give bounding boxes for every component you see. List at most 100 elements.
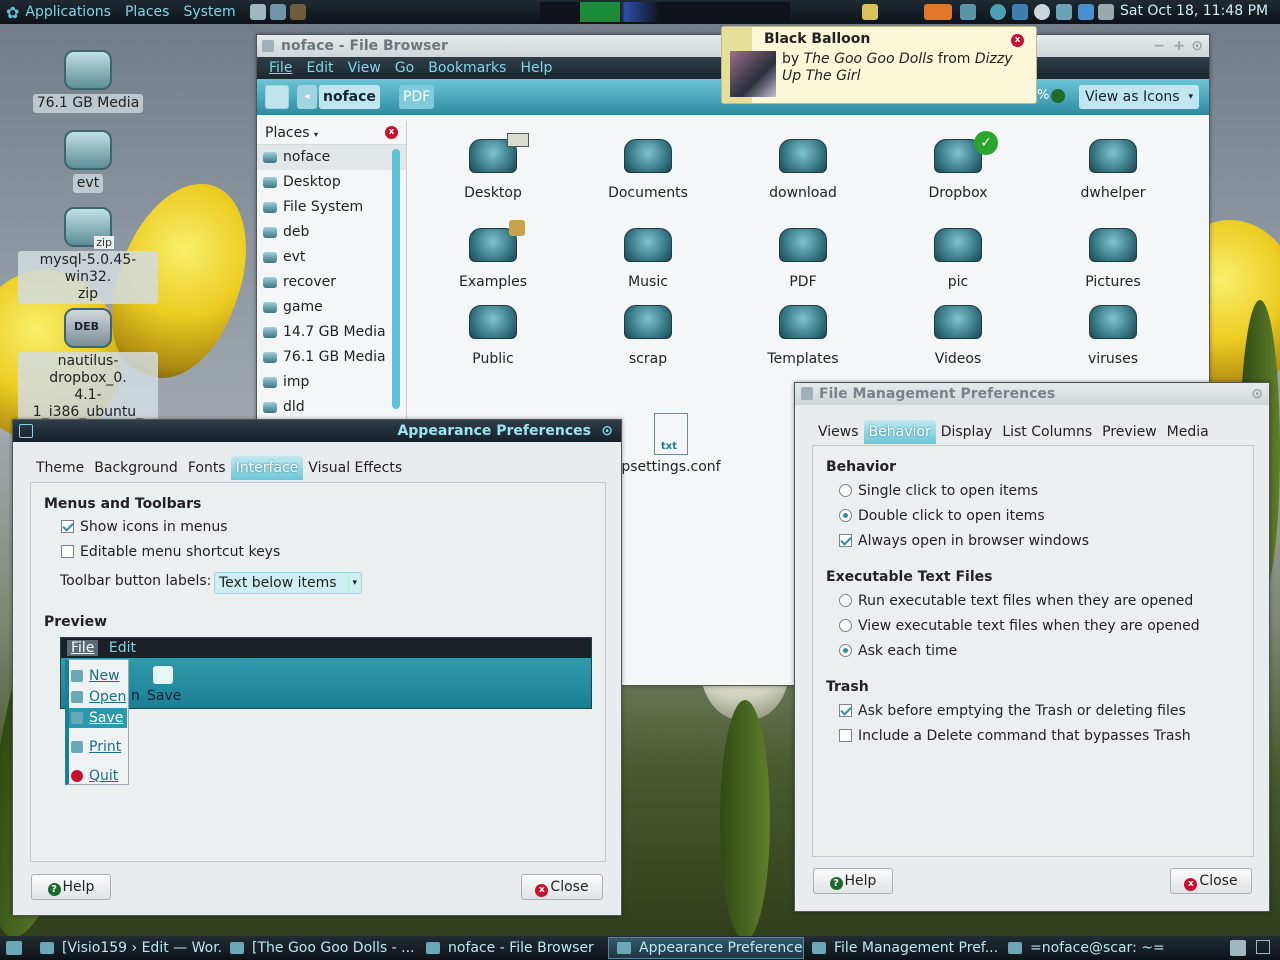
run-exec-option[interactable]: Run executable text files when they are …	[839, 589, 1193, 614]
clock[interactable]: Sat Oct 18, 11:48 PM	[1120, 3, 1268, 19]
places-header[interactable]: Places ▾ x	[257, 121, 406, 145]
taskbar-button[interactable]: =noface@scar: ~=	[1000, 937, 1190, 959]
menu-system[interactable]: System	[183, 4, 235, 20]
ask-trash-checkbox[interactable]	[839, 704, 852, 717]
tab-background[interactable]: Background	[89, 456, 183, 480]
path-button-home[interactable]: noface	[319, 85, 380, 109]
dropbox-icon[interactable]	[1078, 4, 1094, 20]
workspace-switcher-icon[interactable]	[1256, 940, 1270, 954]
toolbar-labels-select[interactable]: Text below items ▾	[214, 572, 362, 594]
tab-list-columns[interactable]: List Columns	[997, 420, 1097, 444]
folder-item[interactable]: pic	[898, 228, 1018, 290]
close-button[interactable]: x Close	[1170, 868, 1252, 894]
path-back-arrow[interactable]: ◂	[297, 85, 317, 109]
preview-menu-item[interactable]: New	[69, 666, 127, 686]
folder-item[interactable]: Desktop	[433, 133, 553, 201]
settings-icon[interactable]	[1098, 4, 1114, 20]
zoom-icon[interactable]	[1051, 89, 1065, 103]
menu-applications[interactable]: Applications	[25, 4, 111, 20]
tab-media[interactable]: Media	[1162, 420, 1214, 444]
tab-theme[interactable]: Theme	[31, 456, 89, 480]
sidebar-item[interactable]: recover	[257, 270, 406, 295]
preview-menu-edit[interactable]: Edit	[109, 640, 136, 656]
folder-item[interactable]: Templates	[743, 305, 863, 367]
toggle-location-icon[interactable]	[265, 85, 289, 109]
show-icons-checkbox[interactable]	[61, 520, 74, 533]
help-button[interactable]: ? Help	[813, 868, 893, 894]
sidebar-scrollbar[interactable]	[392, 149, 400, 409]
sidebar-item[interactable]: File System	[257, 195, 406, 220]
sidebar-item[interactable]: 76.1 GB Media	[257, 345, 406, 370]
folder-item[interactable]: Dropbox ✓	[898, 131, 1018, 201]
desktop-icon-evt[interactable]: evt	[18, 130, 158, 193]
taskbar-button[interactable]: File Management Pref...	[804, 937, 1000, 959]
preview-menu-item[interactable]: Print	[69, 737, 127, 757]
minimize-icon[interactable]: −	[1153, 35, 1165, 57]
tab-fonts[interactable]: Fonts	[183, 456, 231, 480]
show-desktop-icon[interactable]	[6, 941, 22, 955]
folder-item[interactable]: PDF	[743, 228, 863, 290]
double-click-option[interactable]: Double click to open items	[839, 504, 1045, 529]
folder-item[interactable]: download	[743, 139, 863, 201]
sidebar-item[interactable]: Desktop	[257, 170, 406, 195]
network-icon[interactable]	[1056, 4, 1072, 20]
always-browser-checkbox[interactable]	[839, 534, 852, 547]
taskbar-button[interactable]: noface - File Browser	[418, 937, 608, 959]
preview-menu-item[interactable]: Save	[69, 708, 127, 728]
preview-menu-item[interactable]: Quit	[69, 766, 127, 786]
ask-each-radio[interactable]	[839, 644, 852, 657]
close-sidebar-icon[interactable]: x	[385, 126, 398, 139]
menu-help[interactable]: Help	[520, 60, 552, 76]
editable-keys-checkbox[interactable]	[61, 545, 74, 558]
folder-item[interactable]: Documents	[588, 139, 708, 201]
sidebar-item[interactable]: noface	[257, 145, 406, 170]
single-click-radio[interactable]	[839, 484, 852, 497]
always-browser-option[interactable]: Always open in browser windows	[839, 529, 1089, 554]
close-icon[interactable]: ⊙	[1191, 35, 1203, 57]
folder-item[interactable]: scrap	[588, 305, 708, 367]
sidebar-item[interactable]: imp	[257, 370, 406, 395]
editable-keys-option[interactable]: Editable menu shortcut keys	[61, 540, 280, 565]
tab-views[interactable]: Views	[813, 420, 864, 444]
tray-icon-2[interactable]	[1012, 4, 1028, 20]
tab-interface[interactable]: Interface	[230, 456, 304, 480]
close-icon[interactable]: ⊙	[601, 420, 613, 442]
folder-item[interactable]: Music	[588, 228, 708, 290]
view-exec-radio[interactable]	[839, 619, 852, 632]
folder-item[interactable]: Videos	[898, 305, 1018, 367]
menu-bookmarks[interactable]: Bookmarks	[428, 60, 506, 76]
launcher-screenshot-icon[interactable]	[269, 4, 286, 20]
tab-display[interactable]: Display	[936, 420, 998, 444]
menu-go[interactable]: Go	[395, 60, 414, 76]
desktop-icon-mysql-zip[interactable]: zip mysql-5.0.45-win32. zip	[18, 207, 158, 304]
folder-item[interactable]: Pictures	[1053, 228, 1173, 290]
include-delete-checkbox[interactable]	[839, 729, 852, 742]
launcher-music-icon[interactable]	[289, 4, 306, 20]
sidebar-item[interactable]: evt	[257, 245, 406, 270]
lock-icon[interactable]	[960, 4, 976, 20]
tab-preview[interactable]: Preview	[1097, 420, 1162, 444]
run-exec-radio[interactable]	[839, 594, 852, 607]
menu-view[interactable]: View	[348, 60, 381, 76]
fish-icon[interactable]	[924, 4, 952, 20]
ask-each-option[interactable]: Ask each time	[839, 639, 957, 664]
trash-icon[interactable]	[1230, 940, 1246, 956]
folder-item[interactable]: Public	[433, 305, 553, 367]
tray-icon-1[interactable]	[990, 4, 1006, 20]
help-button[interactable]: ? Help	[31, 874, 111, 900]
desktop-icon-media[interactable]: 76.1 GB Media	[18, 50, 158, 113]
tab-visual-effects[interactable]: Visual Effects	[303, 456, 407, 480]
double-click-radio[interactable]	[839, 509, 852, 522]
folder-item[interactable]: Examples	[433, 220, 553, 290]
include-delete-option[interactable]: Include a Delete command that bypasses T…	[839, 724, 1191, 749]
single-click-option[interactable]: Single click to open items	[839, 479, 1038, 504]
path-button-pdf[interactable]: PDF	[399, 85, 435, 109]
search-icon[interactable]	[1034, 4, 1050, 20]
view-as-select[interactable]: View as Icons ▾	[1079, 85, 1199, 109]
appearance-titlebar[interactable]: Appearance Preferences ⊙	[13, 420, 621, 442]
launcher-search-icon[interactable]	[249, 4, 266, 20]
gnome-foot-icon[interactable]: ✿	[6, 3, 19, 22]
menu-places[interactable]: Places	[125, 4, 170, 20]
notes-icon[interactable]	[862, 4, 878, 20]
close-icon[interactable]: ⊙	[1251, 383, 1263, 405]
